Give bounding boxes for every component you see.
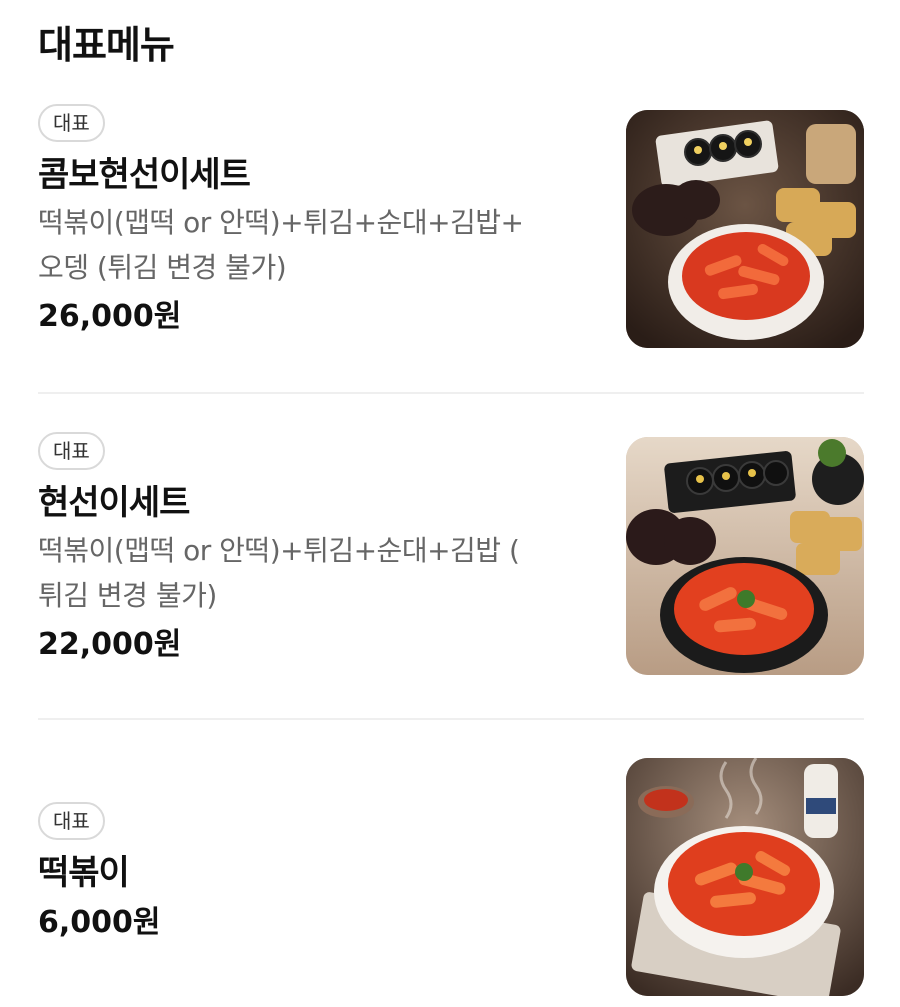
description-line: 튀김 변경 불가)	[38, 579, 217, 612]
menu-item-set[interactable]: 대표 현선이세트 떡볶이(맵떡 or 안떡)+튀김+순대+김밥 ( 튀김 변경 …	[38, 432, 864, 678]
menu-item-description: 떡볶이(맵떡 or 안떡)+튀김+순대+김밥+ 오뎅 (튀김 변경 불가)	[38, 200, 598, 290]
menu-item-name: 떡볶이	[38, 853, 130, 893]
menu-item-info: 대표 떡볶이 6,000원	[38, 802, 598, 947]
combo-set-photo[interactable]	[626, 110, 864, 348]
menu-item-info: 대표 현선이세트 떡볶이(맵떡 or 안떡)+튀김+순대+김밥 ( 튀김 변경 …	[38, 432, 598, 669]
featured-badge: 대표	[38, 432, 105, 470]
featured-badge: 대표	[38, 104, 105, 142]
menu-item-price: 26,000원	[38, 299, 182, 334]
section-title: 대표메뉴	[38, 23, 175, 67]
menu-item-price: 6,000원	[38, 905, 161, 940]
description-line: 오뎅 (튀김 변경 불가)	[38, 251, 287, 284]
description-line: 떡볶이(맵떡 or 안떡)+튀김+순대+김밥 (	[38, 534, 520, 567]
set-photo[interactable]	[626, 437, 864, 675]
tteokbokki-photo[interactable]	[626, 758, 864, 996]
featured-badge: 대표	[38, 802, 105, 840]
food-photo-illustration	[626, 437, 864, 675]
food-photo-illustration	[626, 758, 864, 996]
menu-item-price: 22,000원	[38, 627, 182, 662]
menu-item-tteokbokki[interactable]: 대표 떡볶이 6,000원	[38, 758, 864, 1004]
menu-item-combo-set[interactable]: 대표 콤보현선이세트 떡볶이(맵떡 or 안떡)+튀김+순대+김밥+ 오뎅 (튀…	[38, 104, 864, 350]
item-divider	[38, 718, 864, 720]
menu-item-name: 현선이세트	[38, 483, 190, 523]
item-divider	[38, 392, 864, 394]
menu-page: 대표메뉴 대표 콤보현선이세트 떡볶이(맵떡 or 안떡)+튀김+순대+김밥+ …	[0, 0, 900, 1007]
description-line: 떡볶이(맵떡 or 안떡)+튀김+순대+김밥+	[38, 206, 524, 239]
menu-item-description: 떡볶이(맵떡 or 안떡)+튀김+순대+김밥 ( 튀김 변경 불가)	[38, 528, 598, 618]
food-photo-illustration	[626, 110, 864, 348]
menu-item-name: 콤보현선이세트	[38, 155, 251, 195]
menu-item-info: 대표 콤보현선이세트 떡볶이(맵떡 or 안떡)+튀김+순대+김밥+ 오뎅 (튀…	[38, 104, 598, 341]
